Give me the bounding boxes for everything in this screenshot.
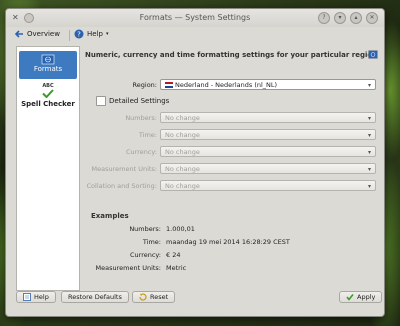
region-value: Nederland - Nederlands (nl_NL) <box>175 81 278 89</box>
chevron-down-icon: ▾ <box>105 31 109 37</box>
measurement-units-select[interactable]: No change ▾ <box>160 163 376 174</box>
toolbar-separator <box>69 30 70 41</box>
example-value: € 24 <box>166 251 181 259</box>
svg-text:?: ? <box>77 31 81 39</box>
collation-label: Collation and Sorting: <box>86 182 158 190</box>
collation-select[interactable]: No change ▾ <box>160 180 376 191</box>
page-heading: Numeric, currency and time formatting se… <box>85 51 378 59</box>
example-value: 1.000,01 <box>166 225 195 233</box>
example-label: Time: <box>142 238 161 246</box>
detailed-settings-label: Detailed Settings <box>109 97 170 105</box>
check-icon <box>42 89 54 99</box>
minimize-icon[interactable]: ▾ <box>334 12 346 24</box>
restore-defaults-button[interactable]: Restore Defaults <box>61 291 129 303</box>
collation-value: No change <box>165 182 200 190</box>
measurement-units-label: Measurement Units: <box>91 165 158 173</box>
help-menu-button[interactable]: ? Help ▾ <box>74 29 108 39</box>
category-sidebar: Formats ABC Spell Checker <box>16 46 80 291</box>
checkbox-box[interactable] <box>96 96 106 106</box>
chevron-down-icon: ▾ <box>367 183 371 190</box>
chevron-down-icon: ▾ <box>367 132 371 139</box>
numbers-value: No change <box>165 114 200 122</box>
help-icon <box>23 293 31 301</box>
reset-button[interactable]: Reset <box>132 291 176 303</box>
close-icon[interactable]: ✕ <box>366 12 378 24</box>
reset-icon <box>139 293 147 301</box>
currency-label: Currency: <box>125 148 157 156</box>
region-row: Region: Nederland - Nederlands (nl_NL) ▾ <box>82 79 378 91</box>
example-value: Metric <box>166 264 187 272</box>
example-label: Measurement Units: <box>95 264 162 272</box>
help-window-icon[interactable]: ? <box>318 12 330 24</box>
measurement-units-value: No change <box>165 165 200 173</box>
flag-icon <box>368 50 378 59</box>
numbers-label: Numbers: <box>125 114 157 122</box>
sidebar-item-spell-checker[interactable]: ABC Spell Checker <box>19 83 77 113</box>
region-label: Region: <box>132 81 157 89</box>
numbers-select[interactable]: No change ▾ <box>160 112 376 123</box>
sidebar-item-label: Formats <box>33 65 63 73</box>
time-value: No change <box>165 131 200 139</box>
chevron-down-icon: ▾ <box>367 82 371 89</box>
formats-flag-icon <box>41 54 55 65</box>
region-select[interactable]: Nederland - Nederlands (nl_NL) ▾ <box>160 79 376 90</box>
system-settings-window: ✕ Formats — System Settings ? ▾ ▴ ✕ Over… <box>5 8 385 317</box>
help-menu-label: Help <box>87 30 103 38</box>
measurement-units-row: Measurement Units: No change ▾ <box>82 163 378 175</box>
help-button-label: Help <box>34 293 49 301</box>
example-numbers-row: Numbers: 1.000,01 <box>82 225 378 235</box>
example-time-row: Time: maandag 19 mei 2014 16:28:29 CEST <box>82 238 378 248</box>
chevron-down-icon: ▾ <box>367 149 371 156</box>
netherlands-flag-icon <box>165 82 173 88</box>
example-value: maandag 19 mei 2014 16:28:29 CEST <box>166 238 290 246</box>
apply-button[interactable]: Apply <box>339 291 383 303</box>
examples-heading: Examples <box>91 212 129 220</box>
maximize-icon[interactable]: ▴ <box>350 12 362 24</box>
example-label: Numbers: <box>129 225 161 233</box>
overview-label: Overview <box>27 30 60 38</box>
chevron-down-icon: ▾ <box>367 166 371 173</box>
back-arrow-icon <box>14 30 23 38</box>
sidebar-item-label: Spell Checker <box>21 100 75 108</box>
sidebar-item-formats[interactable]: Formats <box>19 51 77 79</box>
toolbar: Overview ? Help ▾ <box>6 27 384 43</box>
help-button[interactable]: Help <box>16 291 56 303</box>
formats-panel: Numeric, currency and time formatting se… <box>82 45 380 295</box>
reset-button-label: Reset <box>150 293 169 301</box>
overview-button[interactable]: Overview <box>14 29 60 39</box>
time-label: Time: <box>138 131 157 139</box>
time-row: Time: No change ▾ <box>82 129 378 141</box>
detailed-settings-checkbox[interactable]: Detailed Settings <box>96 96 169 106</box>
numbers-row: Numbers: No change ▾ <box>82 112 378 124</box>
check-icon <box>346 294 354 301</box>
currency-row: Currency: No change ▾ <box>82 146 378 158</box>
example-label: Currency: <box>129 251 161 259</box>
help-icon: ? <box>74 29 84 39</box>
currency-select[interactable]: No change ▾ <box>160 146 376 157</box>
collation-row: Collation and Sorting: No change ▾ <box>82 180 378 192</box>
restore-defaults-label: Restore Defaults <box>68 293 122 301</box>
example-measurement-row: Measurement Units: Metric <box>82 264 378 274</box>
example-currency-row: Currency: € 24 <box>82 251 378 261</box>
currency-value: No change <box>165 148 200 156</box>
title-bar[interactable]: ✕ Formats — System Settings ? ▾ ▴ ✕ <box>6 9 384 27</box>
chevron-down-icon: ▾ <box>367 115 371 122</box>
apply-button-label: Apply <box>357 293 376 301</box>
time-select[interactable]: No change ▾ <box>160 129 376 140</box>
